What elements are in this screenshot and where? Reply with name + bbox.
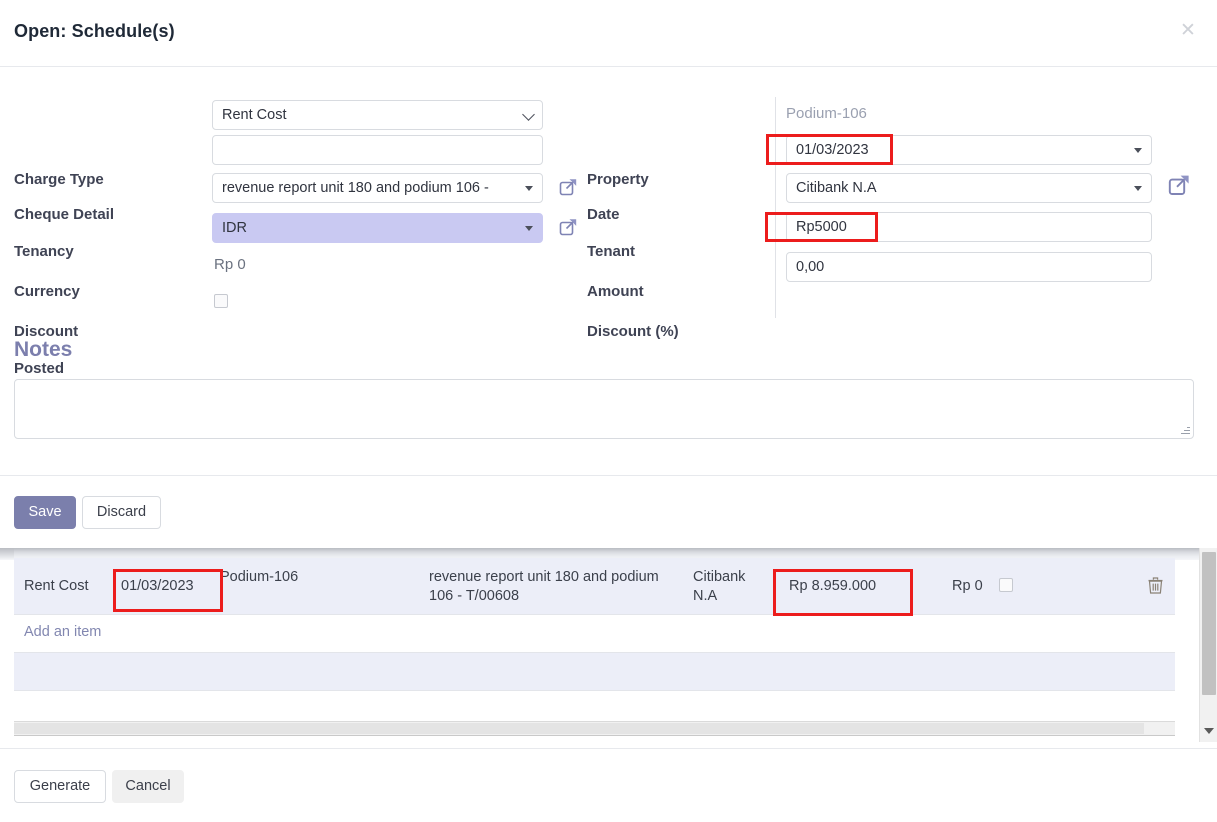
label-currency: Currency — [14, 283, 80, 300]
cell-charge-type: Rent Cost — [24, 578, 89, 594]
dialog-header: Open: Schedule(s) ✕ — [0, 0, 1217, 67]
chevron-down-icon — [522, 108, 535, 121]
discount-value: Rp 0 — [214, 256, 246, 273]
label-date: Date — [587, 206, 620, 223]
generate-button[interactable]: Generate — [14, 770, 106, 803]
list-left-gutter — [0, 548, 14, 748]
property-value: Podium-106 — [786, 105, 867, 122]
tenant-value: Citibank N.A — [796, 180, 877, 196]
label-charge-type: Charge Type — [14, 171, 104, 188]
cell-date: 01/03/2023 — [121, 578, 194, 594]
posted-checkbox[interactable] — [214, 294, 228, 308]
cell-property: Podium-106 — [220, 569, 299, 585]
column-divider — [775, 97, 776, 318]
charge-type-value: Rent Cost — [222, 107, 287, 123]
discount-pct-value: 0,00 — [796, 259, 825, 275]
label-tenancy: Tenancy — [14, 243, 74, 260]
currency-select[interactable]: IDR — [212, 213, 543, 243]
label-property: Property — [587, 171, 649, 188]
discard-button[interactable]: Discard — [82, 496, 161, 529]
date-select[interactable]: 01/03/2023 — [786, 135, 1152, 165]
external-link-icon[interactable] — [559, 217, 579, 237]
horizontal-scrollbar-thumb[interactable] — [14, 723, 1144, 734]
chevron-down-icon — [525, 186, 533, 191]
dialog-title: Open: Schedule(s) — [14, 21, 175, 41]
list-horizontal-scrollbar[interactable] — [14, 721, 1175, 736]
chevron-down-icon — [1134, 148, 1142, 153]
footer-divider — [0, 748, 1217, 749]
save-button[interactable]: Save — [14, 496, 76, 529]
trash-icon[interactable] — [1148, 577, 1163, 594]
schedule-form: Charge Type Cheque Detail Tenancy Curren… — [0, 67, 1217, 377]
label-discount-pct: Discount (%) — [587, 323, 679, 340]
label-cheque-detail: Cheque Detail — [14, 206, 115, 223]
external-link-icon[interactable] — [1168, 173, 1192, 197]
label-amount: Amount — [587, 283, 644, 300]
close-icon[interactable]: ✕ — [1175, 18, 1201, 44]
label-posted: Posted — [14, 360, 65, 377]
table-row[interactable]: Rent Cost 01/03/2023 Podium-106 revenue … — [14, 558, 1175, 615]
notes-heading: Notes — [14, 338, 73, 361]
date-value: 01/03/2023 — [796, 142, 869, 158]
amount-value: Rp5000 — [796, 219, 847, 235]
scroll-down-arrow-icon[interactable] — [1204, 728, 1214, 734]
tenant-select[interactable]: Citibank N.A — [786, 173, 1152, 203]
form-actions-divider — [0, 475, 1217, 476]
discount-pct-input[interactable]: 0,00 — [786, 252, 1152, 282]
add-item-link[interactable]: Add an item — [24, 624, 101, 640]
amount-input[interactable]: Rp5000 — [786, 212, 1152, 242]
cheque-detail-input[interactable] — [212, 135, 543, 165]
cancel-button[interactable]: Cancel — [112, 770, 184, 803]
vertical-scrollbar-thumb[interactable] — [1202, 552, 1216, 695]
add-item-row[interactable]: Add an item — [14, 615, 1175, 653]
cell-amount: Rp 8.959.000 — [789, 578, 877, 594]
charge-type-select[interactable]: Rent Cost — [212, 100, 543, 130]
currency-value: IDR — [222, 220, 247, 236]
cell-tenant: Citibank N.A — [693, 569, 746, 604]
notes-textarea[interactable] — [14, 379, 1194, 439]
tenancy-value: revenue report unit 180 and podium 106 - — [222, 180, 489, 196]
chevron-down-icon — [1134, 186, 1142, 191]
tenancy-select[interactable]: revenue report unit 180 and podium 106 - — [212, 173, 543, 203]
external-link-icon[interactable] — [559, 177, 579, 197]
chevron-down-icon — [525, 226, 533, 231]
schedule-list: Rent Cost 01/03/2023 Podium-106 revenue … — [0, 548, 1217, 748]
label-tenant: Tenant — [587, 243, 636, 260]
cell-tenancy: revenue report unit 180 and podium 106 -… — [429, 569, 659, 604]
cell-discount: Rp 0 — [952, 578, 983, 594]
cell-posted-checkbox[interactable] — [999, 578, 1013, 592]
list-vertical-scrollbar[interactable] — [1199, 548, 1217, 742]
table-row-placeholder — [14, 653, 1175, 691]
